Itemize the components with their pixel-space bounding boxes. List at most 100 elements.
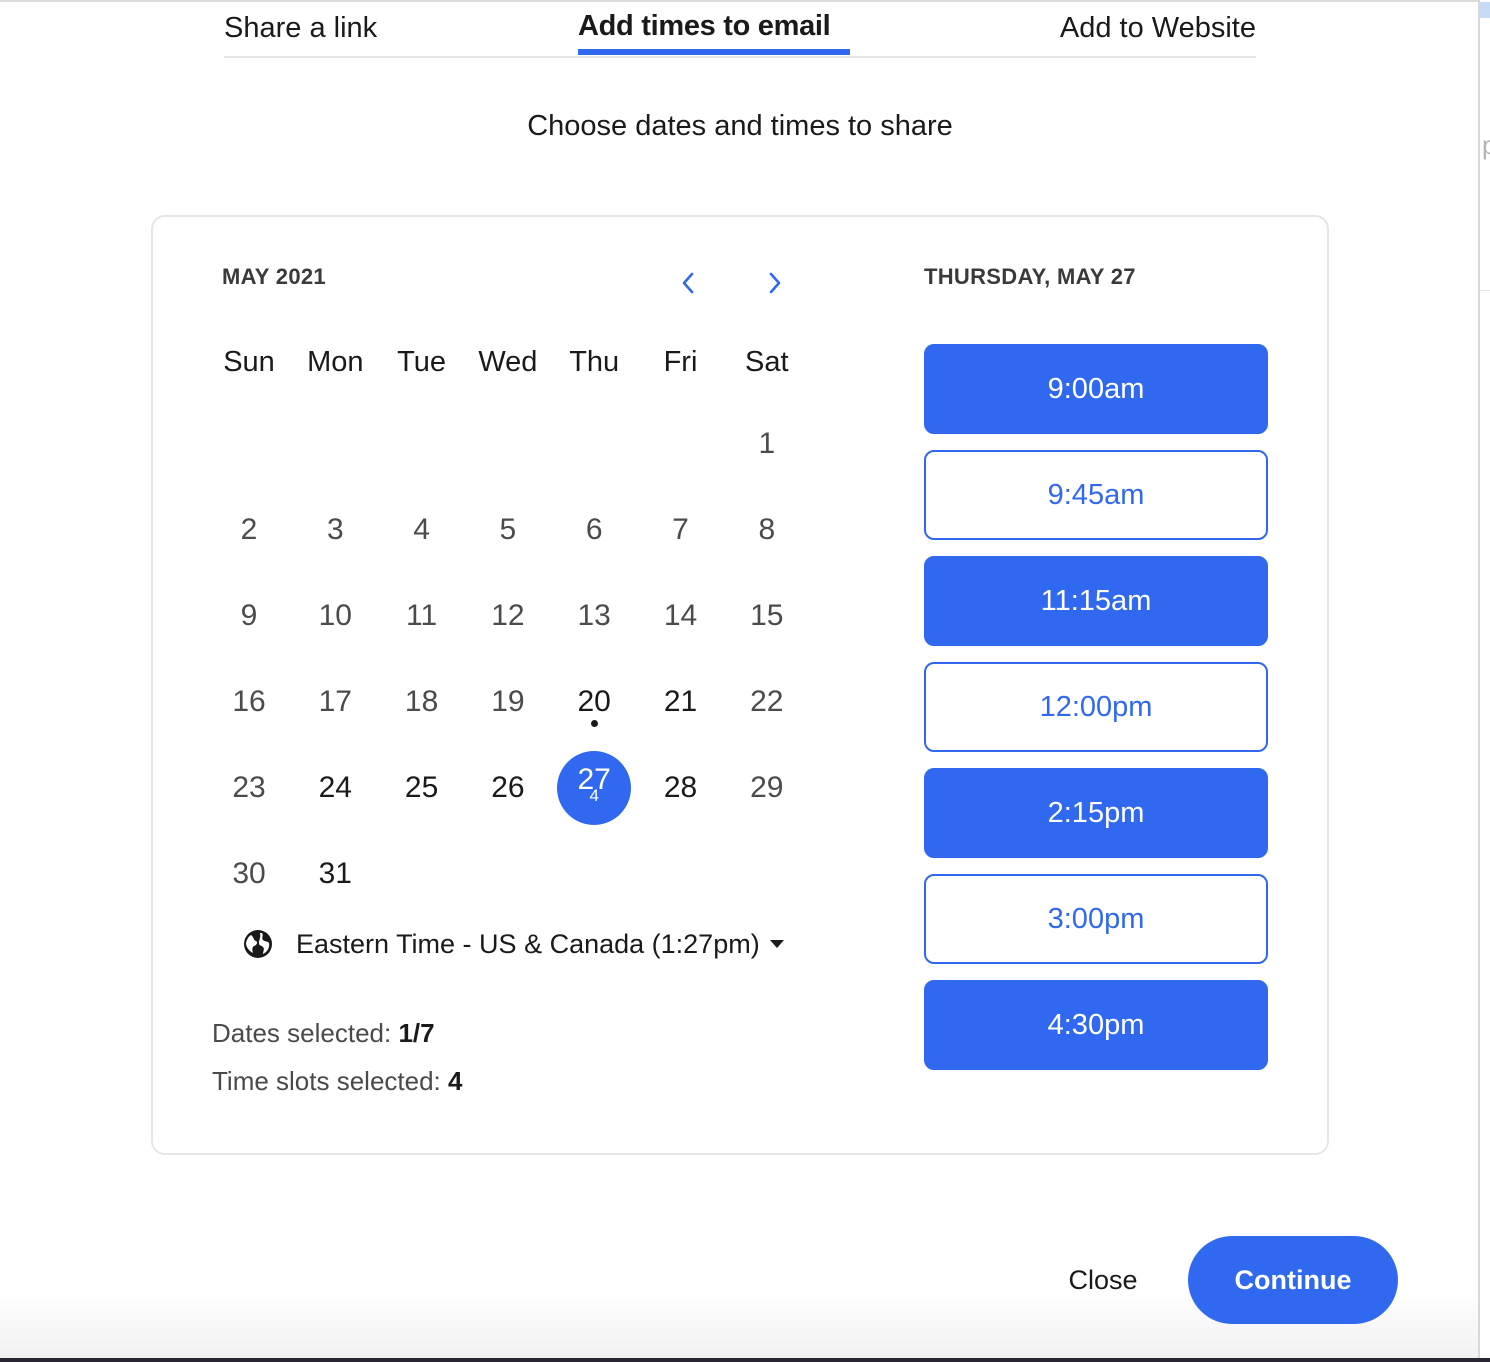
calendar-day: 22 <box>724 672 810 732</box>
day-number: 6 <box>585 513 603 546</box>
weekday-label: Fri <box>663 346 698 378</box>
calendar-day: 13 <box>551 586 637 646</box>
calendar-day: 16 <box>206 672 292 732</box>
background-highlight <box>1480 2 1490 18</box>
selected-date-heading: THURSDAY, MAY 27 <box>924 264 1136 289</box>
time-slot-button[interactable]: 11:15am <box>924 556 1268 646</box>
time-slot-button[interactable]: 3:00pm <box>924 874 1268 964</box>
weekday-label: Sat <box>745 346 789 378</box>
calendar-day: 18 <box>379 672 465 732</box>
continue-button[interactable]: Continue <box>1188 1236 1398 1324</box>
calendar-day: 3 <box>292 500 378 560</box>
calendar-day: 8 <box>724 500 810 560</box>
share-tabs: Share a link Add times to email Add to W… <box>224 0 1256 58</box>
time-slot-button[interactable]: 4:30pm <box>924 980 1268 1070</box>
day-number: 22 <box>750 685 784 718</box>
calendar-day[interactable]: 31 <box>292 844 378 904</box>
time-slot-button[interactable]: 9:00am <box>924 344 1268 434</box>
calendar-day: 29 <box>724 758 810 818</box>
background-text-fragment: p <box>1482 130 1490 160</box>
timezone-selector[interactable]: Eastern Time - US & Canada (1:27pm) <box>242 924 784 964</box>
day-number: 31 <box>318 857 352 890</box>
day-number: 11 <box>406 599 438 632</box>
day-number: 14 <box>663 599 698 632</box>
timezone-label: Eastern Time - US & Canada (1:27pm) <box>296 928 760 959</box>
day-number: 9 <box>240 599 258 632</box>
calendar-day[interactable]: 27 4 <box>551 751 637 825</box>
weekday-label: Mon <box>307 346 364 378</box>
day-number: 28 <box>663 771 698 804</box>
active-tab-indicator <box>578 49 850 55</box>
calendar-day[interactable]: 20 <box>551 672 637 732</box>
calendar-day: 5 <box>465 500 551 560</box>
weekday-label: Sun <box>223 346 275 378</box>
day-number: 20 <box>577 685 611 718</box>
dates-selected-label: Dates selected: <box>212 1018 392 1048</box>
day-number: 12 <box>491 599 525 632</box>
weekday-label: Wed <box>478 346 538 378</box>
weekday-label: Tue <box>397 346 447 378</box>
tab-add-to-website[interactable]: Add to Website <box>1060 12 1256 45</box>
dates-selected-stat: Dates selected: 1/7 <box>212 1018 435 1049</box>
day-number: 18 <box>404 685 439 718</box>
day-number: 13 <box>577 599 611 632</box>
chevron-left-icon <box>682 272 694 294</box>
time-slot-button[interactable]: 2:15pm <box>924 768 1268 858</box>
today-indicator-dot <box>591 720 599 727</box>
day-number: 8 <box>758 513 776 546</box>
day-number: 19 <box>491 685 525 718</box>
day-number: 21 <box>663 685 698 718</box>
calendar-day: 12 <box>465 586 551 646</box>
calendar-day: 1 <box>724 414 810 474</box>
day-number: 2 <box>240 513 258 546</box>
calendar-day[interactable]: 21 <box>638 672 724 732</box>
calendar-day: 9 <box>206 586 292 646</box>
weekday-label: Thu <box>569 346 620 378</box>
calendar-day: 10 <box>292 586 378 646</box>
day-number: 25 <box>404 771 439 804</box>
close-button[interactable]: Close <box>1040 1250 1166 1310</box>
calendar-day: 14 <box>638 586 724 646</box>
day-number: 24 <box>318 771 352 804</box>
day-number: 29 <box>750 771 784 804</box>
time-slot-button[interactable]: 9:45am <box>924 450 1268 540</box>
tab-add-times-to-email[interactable]: Add times to email <box>578 10 831 43</box>
calendar-day: 23 <box>206 758 292 818</box>
calendar-day[interactable]: 26 <box>465 758 551 818</box>
day-number: 3 <box>326 513 344 546</box>
day-number: 26 <box>491 771 525 804</box>
calendar-day: 15 <box>724 586 810 646</box>
calendar-day: 2 <box>206 500 292 560</box>
calendar-day[interactable]: 25 <box>379 758 465 818</box>
day-number: 1 <box>758 427 776 460</box>
previous-month-button[interactable] <box>674 266 704 300</box>
day-number: 16 <box>232 685 266 718</box>
day-number: 5 <box>499 513 517 546</box>
globe-icon <box>244 930 272 958</box>
day-number: 10 <box>318 599 352 632</box>
month-label: MAY 2021 <box>222 264 326 289</box>
time-slots-selected-value: 4 <box>448 1066 463 1096</box>
calendar-day: 11 <box>379 586 465 646</box>
calendar-day[interactable]: 24 <box>292 758 378 818</box>
window-bottom-edge <box>0 1358 1490 1362</box>
day-number: 23 <box>232 771 266 804</box>
day-number: 17 <box>318 685 352 718</box>
chevron-right-icon <box>769 272 781 294</box>
day-number: 7 <box>672 513 689 546</box>
calendar-day: 7 <box>638 500 724 560</box>
time-slot-button[interactable]: 12:00pm <box>924 662 1268 752</box>
caret-down-icon <box>769 940 784 948</box>
time-slots-selected-label: Time slots selected: <box>212 1066 441 1096</box>
calendar-day: 6 <box>551 500 637 560</box>
calendar-day: 30 <box>206 844 292 904</box>
dates-selected-value: 1/7 <box>398 1018 435 1048</box>
calendar-day: 4 <box>379 500 465 560</box>
page-subtitle: Choose dates and times to share <box>527 110 953 142</box>
selected-slot-count: 4 <box>589 786 599 805</box>
calendar-day: 17 <box>292 672 378 732</box>
day-number: 4 <box>413 513 430 546</box>
calendar-day[interactable]: 28 <box>638 758 724 818</box>
next-month-button[interactable] <box>760 266 790 300</box>
tab-share-a-link[interactable]: Share a link <box>224 12 377 45</box>
